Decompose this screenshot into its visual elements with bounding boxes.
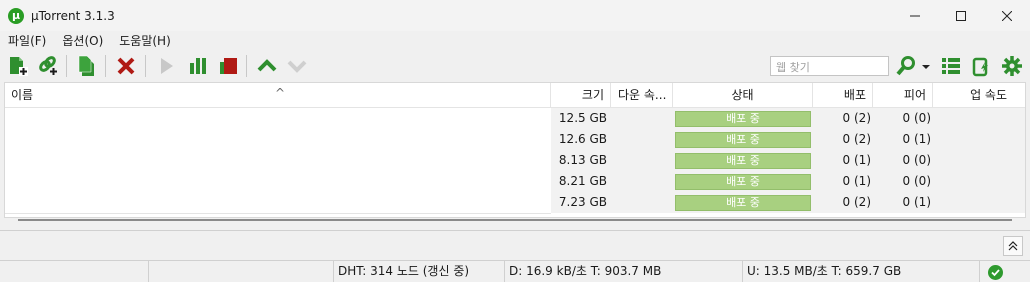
remote-device-icon xyxy=(972,57,988,77)
toolbar-separator xyxy=(66,55,67,77)
status-bar: DHT: 314 노드 (갱신 중) D: 16.9 kB/초 T: 903.7… xyxy=(0,260,1030,282)
utorrent-logo-icon: µ xyxy=(8,7,24,24)
column-header-peers[interactable]: 피어 xyxy=(873,83,933,107)
play-icon xyxy=(161,58,173,74)
move-up-button[interactable] xyxy=(256,55,278,77)
window-controls xyxy=(892,0,1030,31)
cell-seeds: 0 (1) xyxy=(842,174,871,188)
cell-seeds: 0 (2) xyxy=(842,111,871,125)
column-header-name-label: 이름 xyxy=(11,88,34,102)
table-row[interactable]: 7.23 GB 배포 중 0 (2) 0 (1) xyxy=(551,192,1025,213)
cell-size: 8.13 GB xyxy=(558,153,607,167)
close-button[interactable] xyxy=(984,0,1030,31)
status-progress-bar: 배포 중 xyxy=(675,195,811,211)
status-progress-bar: 배포 중 xyxy=(675,132,811,148)
horizontal-scrollbar[interactable] xyxy=(18,219,1012,221)
stop-button[interactable] xyxy=(216,55,238,77)
remove-torrent-button[interactable] xyxy=(115,55,137,77)
upload-status[interactable]: U: 13.5 MB/초 T: 659.7 GB xyxy=(743,261,980,282)
create-torrent-button[interactable] xyxy=(76,55,98,77)
column-header-size[interactable]: 크기 xyxy=(551,83,611,107)
double-chevron-up-icon xyxy=(1008,241,1018,251)
sort-ascending-icon: ^ xyxy=(275,86,286,100)
checkmark-icon xyxy=(991,269,1000,277)
remove-x-icon xyxy=(117,57,135,75)
menu-options[interactable]: 옵션(O) xyxy=(54,31,111,51)
column-header-down-speed[interactable]: 다운 속... xyxy=(611,83,673,107)
search-icon xyxy=(896,56,915,76)
remote-button[interactable] xyxy=(971,55,993,77)
chevron-up-icon xyxy=(257,59,277,72)
start-button[interactable] xyxy=(155,55,177,77)
category-list-toggle[interactable] xyxy=(940,55,962,77)
column-header-status[interactable]: 상태 xyxy=(673,83,813,107)
move-down-button[interactable] xyxy=(286,55,308,77)
column-header-seeds[interactable]: 배포 xyxy=(813,83,873,107)
status-progress-bar: 배포 중 xyxy=(675,174,811,190)
column-header-name[interactable]: 이름 ^ xyxy=(5,83,551,107)
toolbar-separator xyxy=(246,55,247,77)
toolbar-separator xyxy=(105,55,106,77)
pause-icon xyxy=(190,58,206,74)
torrent-list: 이름 ^ 크기 다운 속... 상태 배포 피어 업 속도 12.5 GB 배포… xyxy=(4,82,1026,218)
chevron-down-icon xyxy=(287,60,307,73)
menu-help[interactable]: 도움말(H) xyxy=(111,31,179,51)
table-row[interactable]: 12.5 GB 배포 중 0 (2) 0 (0) xyxy=(551,108,1025,129)
cell-size: 7.23 GB xyxy=(558,195,607,209)
maximize-button[interactable] xyxy=(938,0,984,31)
link-add-icon xyxy=(39,56,57,75)
list-view-icon xyxy=(942,58,960,74)
title-bar: µ µTorrent 3.1.3 xyxy=(0,0,1030,31)
cell-peers: 0 (0) xyxy=(902,111,931,125)
stop-icon xyxy=(220,58,237,74)
table-row[interactable]: 8.21 GB 배포 중 0 (1) 0 (0) xyxy=(551,171,1025,192)
dht-status[interactable]: DHT: 314 노드 (갱신 중) xyxy=(334,261,505,282)
cell-seeds: 0 (2) xyxy=(842,195,871,209)
details-panel xyxy=(0,230,1030,260)
menu-bar: 파일(F) 옵션(O) 도움말(H) xyxy=(0,31,1030,51)
status-progress-bar: 배포 중 xyxy=(675,153,811,169)
column-header-up-speed[interactable]: 업 속도 xyxy=(933,83,1013,107)
name-area-divider xyxy=(5,213,551,214)
network-ok-icon[interactable] xyxy=(988,265,1003,280)
maximize-icon xyxy=(956,10,966,21)
cell-seeds: 0 (2) xyxy=(842,132,871,146)
cell-peers: 0 (0) xyxy=(902,153,931,167)
status-progress-bar: 배포 중 xyxy=(675,111,811,127)
window-title: µTorrent 3.1.3 xyxy=(31,8,115,23)
table-row[interactable]: 12.6 GB 배포 중 0 (2) 0 (1) xyxy=(551,129,1025,150)
gear-icon xyxy=(1002,56,1022,76)
cell-peers: 0 (1) xyxy=(902,195,931,209)
minimize-button[interactable] xyxy=(892,0,938,31)
menu-file[interactable]: 파일(F) xyxy=(0,31,54,51)
expand-details-button[interactable] xyxy=(1003,236,1023,256)
create-torrent-icon xyxy=(78,55,94,76)
add-torrent-icon xyxy=(10,57,28,76)
caret-down-icon xyxy=(922,65,930,69)
minimize-icon xyxy=(910,15,920,16)
statusbar-segment-empty xyxy=(149,261,334,282)
cell-seeds: 0 (1) xyxy=(842,153,871,167)
search-button[interactable] xyxy=(895,55,917,77)
statusbar-segment-empty xyxy=(0,261,149,282)
preferences-button[interactable] xyxy=(1001,55,1023,77)
close-icon xyxy=(1002,10,1012,21)
table-row[interactable]: 8.13 GB 배포 중 0 (1) 0 (0) xyxy=(551,150,1025,171)
toolbar: 웹 찾기 xyxy=(0,51,1030,81)
download-status[interactable]: D: 16.9 kB/초 T: 903.7 MB xyxy=(505,261,743,282)
pause-button[interactable] xyxy=(186,55,208,77)
toolbar-separator xyxy=(145,55,146,77)
cell-size: 8.21 GB xyxy=(558,174,607,188)
cell-size: 12.5 GB xyxy=(558,111,607,125)
search-engine-dropdown[interactable] xyxy=(920,55,932,77)
cell-peers: 0 (1) xyxy=(902,132,931,146)
cell-size: 12.6 GB xyxy=(558,132,607,146)
add-torrent-button[interactable] xyxy=(7,55,29,77)
add-torrent-url-button[interactable] xyxy=(37,55,59,77)
cell-peers: 0 (0) xyxy=(902,174,931,188)
search-input[interactable]: 웹 찾기 xyxy=(770,56,889,76)
